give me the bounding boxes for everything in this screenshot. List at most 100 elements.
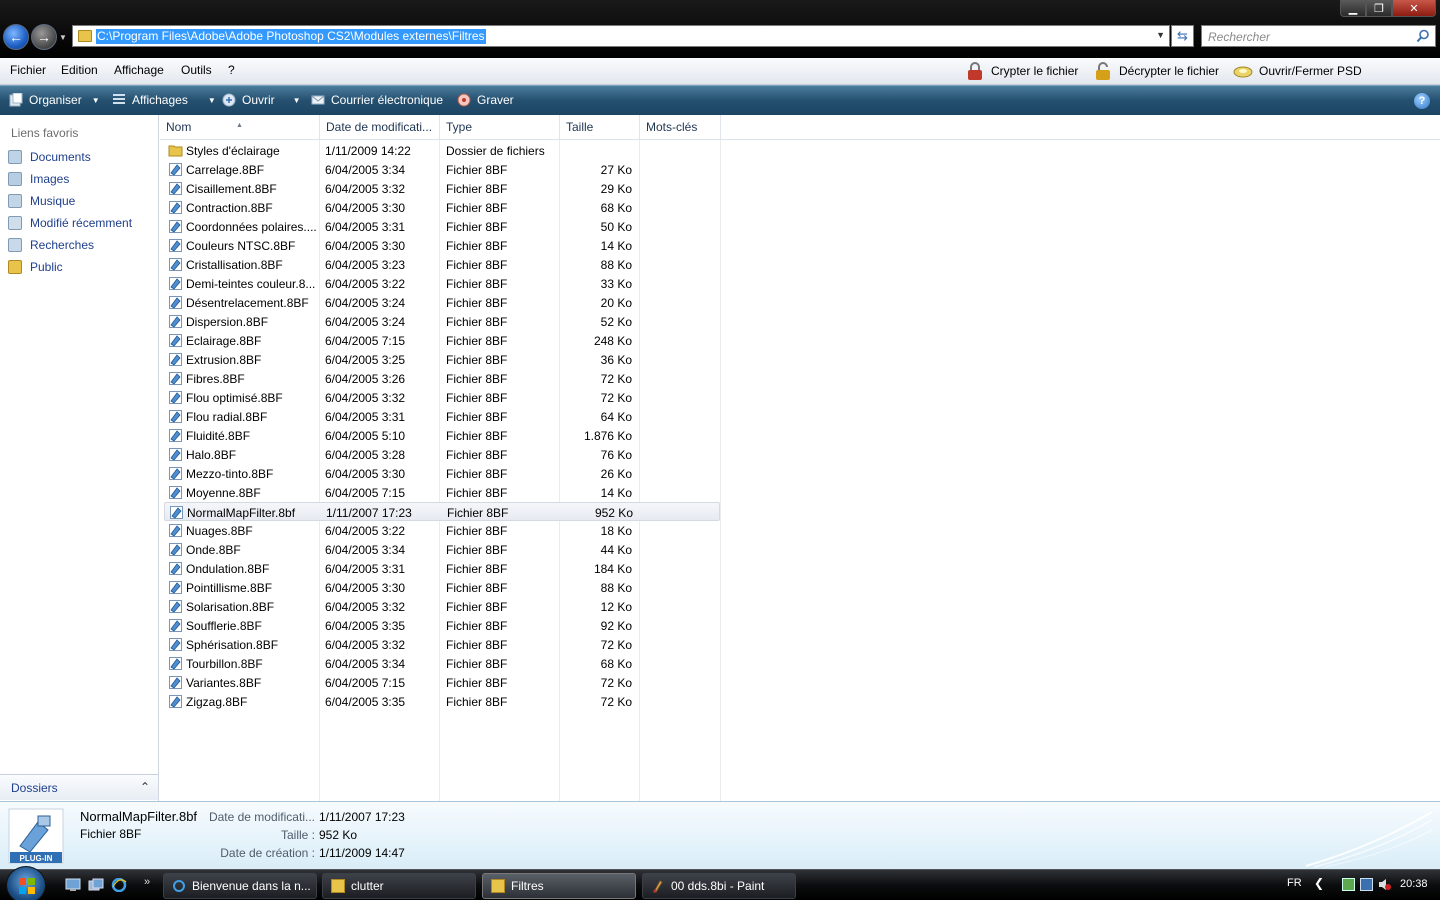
file-row[interactable]: Contraction.8BF 6/04/2005 3:30 Fichier 8BF… bbox=[164, 198, 720, 217]
file-row[interactable]: Pointillisme.8BF 6/04/2005 3:30 Fichier 8B… bbox=[164, 578, 720, 597]
file-name: Zigzag.8BF bbox=[186, 695, 248, 709]
file-row[interactable]: Zigzag.8BF 6/04/2005 3:35 Fichier 8BF 72 Ko bbox=[164, 692, 720, 711]
file-row[interactable]: Extrusion.8BF 6/04/2005 3:25 Fichier 8BF 36… bbox=[164, 350, 720, 369]
file-row[interactable]: Styles d'éclairage 1/11/2009 14:22 Dossier… bbox=[164, 141, 720, 160]
column-header-keywords[interactable]: Mots-clés bbox=[640, 115, 721, 140]
email-icon bbox=[311, 95, 325, 105]
tray-expand-icon[interactable]: ❮ bbox=[1314, 876, 1324, 890]
file-name: Nuages.8BF bbox=[186, 524, 253, 538]
fav-searches[interactable]: Recherches bbox=[8, 238, 94, 252]
search-input[interactable]: Rechercher bbox=[1208, 30, 1270, 44]
folder-icon bbox=[78, 30, 92, 42]
email-button[interactable]: Courrier électronique bbox=[311, 93, 443, 107]
address-path[interactable]: C:\Program Files\Adobe\Adobe Photoshop C… bbox=[96, 29, 486, 44]
search-box[interactable]: Rechercher bbox=[1201, 25, 1436, 47]
file-row[interactable]: Mezzo-tinto.8BF 6/04/2005 3:30 Fichier 8BF… bbox=[164, 464, 720, 483]
quicklaunch-more-icon[interactable]: » bbox=[144, 876, 150, 888]
file-type: Fichier 8BF bbox=[446, 619, 508, 633]
file-row[interactable]: Variantes.8BF 6/04/2005 7:15 Fichier 8BF 72… bbox=[164, 673, 720, 692]
file-row[interactable]: NormalMapFilter.8bf 1/11/2007 17:23 Fichie… bbox=[164, 502, 720, 521]
task-internet-explorer[interactable]: Bienvenue dans la n... bbox=[163, 873, 317, 899]
file-row[interactable]: Ondulation.8BF 6/04/2005 3:31 Fichier 8BF 1… bbox=[164, 559, 720, 578]
file-row[interactable]: Dispersion.8BF 6/04/2005 3:24 Fichier 8BF 5… bbox=[164, 312, 720, 331]
menu-help[interactable]: ? bbox=[228, 63, 235, 77]
file-row[interactable]: Tourbillon.8BF 6/04/2005 3:34 Fichier 8BF 6… bbox=[164, 654, 720, 673]
minimize-button[interactable]: ▁ bbox=[1340, 0, 1366, 17]
fav-recent-label: Modifié récemment bbox=[30, 216, 133, 230]
network-icon[interactable] bbox=[1360, 878, 1373, 891]
battery-icon[interactable] bbox=[1342, 878, 1355, 891]
show-desktop-icon[interactable] bbox=[65, 878, 81, 892]
column-header-size[interactable]: Taille bbox=[560, 115, 640, 140]
file-row[interactable]: Carrelage.8BF 6/04/2005 3:34 Fichier 8BF 27… bbox=[164, 160, 720, 179]
file-row[interactable]: Eclairage.8BF 6/04/2005 7:15 Fichier 8BF 24… bbox=[164, 331, 720, 350]
column-header-name[interactable]: Nom ▲ bbox=[160, 115, 320, 140]
fav-music[interactable]: Musique bbox=[8, 194, 75, 208]
file-row[interactable]: Couleurs NTSC.8BF 6/04/2005 3:30 Fichier 8… bbox=[164, 236, 720, 255]
fav-documents[interactable]: Documents bbox=[8, 150, 91, 164]
fav-public[interactable]: Public bbox=[8, 260, 63, 274]
open-close-psd-item[interactable]: Ouvrir/Fermer PSD bbox=[1233, 61, 1362, 81]
file-row[interactable]: Soufflerie.8BF 6/04/2005 3:35 Fichier 8BF 9… bbox=[164, 616, 720, 635]
file-type: Fichier 8BF bbox=[446, 182, 508, 196]
affichages-label: Affichages bbox=[132, 93, 188, 107]
file-name: Tourbillon.8BF bbox=[186, 657, 263, 671]
file-date: 6/04/2005 3:34 bbox=[325, 657, 406, 671]
column-header-type[interactable]: Type bbox=[440, 115, 560, 140]
address-bar[interactable]: C:\Program Files\Adobe\Adobe Photoshop C… bbox=[72, 25, 1170, 47]
start-button[interactable] bbox=[6, 866, 46, 900]
task-filtres[interactable]: Filtres bbox=[482, 873, 636, 899]
file-row[interactable]: Solarisation.8BF 6/04/2005 3:32 Fichier 8B… bbox=[164, 597, 720, 616]
forward-button[interactable]: → bbox=[31, 24, 57, 50]
task-clutter[interactable]: clutter bbox=[322, 873, 476, 899]
organiser-button[interactable]: Organiser ▼ bbox=[9, 93, 100, 107]
menu-fichier[interactable]: Fichier bbox=[10, 63, 46, 77]
column-header-date[interactable]: Date de modificati... bbox=[320, 115, 440, 140]
file-row[interactable]: Sphérisation.8BF 6/04/2005 3:32 Fichier 8B… bbox=[164, 635, 720, 654]
back-button[interactable]: ← bbox=[3, 24, 29, 50]
affichages-button[interactable]: Affichages ▼ bbox=[112, 93, 216, 107]
fav-images[interactable]: Images bbox=[8, 172, 69, 186]
file-row[interactable]: Cristallisation.8BF 6/04/2005 3:23 Fichier… bbox=[164, 255, 720, 274]
file-row[interactable]: Fluidité.8BF 6/04/2005 5:10 Fichier 8BF 1.8… bbox=[164, 426, 720, 445]
fav-recent[interactable]: Modifié récemment bbox=[8, 216, 132, 230]
volume-muted-icon[interactable] bbox=[1378, 878, 1391, 891]
file-row[interactable]: Onde.8BF 6/04/2005 3:34 Fichier 8BF 44 Ko bbox=[164, 540, 720, 559]
menu-outils[interactable]: Outils bbox=[181, 63, 212, 77]
file-row[interactable]: Flou optimisé.8BF 6/04/2005 3:32 Fichier 8… bbox=[164, 388, 720, 407]
task-paint[interactable]: 00 dds.8bi - Paint bbox=[642, 873, 796, 899]
file-row[interactable]: Nuages.8BF 6/04/2005 3:22 Fichier 8BF 18 Ko bbox=[164, 521, 720, 540]
maximize-button[interactable]: ❐ bbox=[1366, 0, 1392, 17]
ouvrir-button[interactable]: Ouvrir ▼ bbox=[222, 93, 301, 107]
search-icon[interactable] bbox=[1416, 29, 1430, 43]
file-row[interactable]: Fibres.8BF 6/04/2005 3:26 Fichier 8BF 72 Ko bbox=[164, 369, 720, 388]
file-row[interactable]: Moyenne.8BF 6/04/2005 7:15 Fichier 8BF 14 K… bbox=[164, 483, 720, 502]
file-row[interactable]: Cisaillement.8BF 6/04/2005 3:32 Fichier 8B… bbox=[164, 179, 720, 198]
file-row[interactable]: Coordonnées polaires.... 6/04/2005 3:31 Fi… bbox=[164, 217, 720, 236]
address-dropdown-icon[interactable]: ▼ bbox=[1156, 30, 1165, 40]
switch-windows-icon[interactable] bbox=[88, 878, 104, 892]
file-size: 18 Ko bbox=[600, 524, 632, 538]
chevron-up-icon[interactable]: ⌃ bbox=[140, 780, 150, 794]
menu-affichage[interactable]: Affichage bbox=[114, 63, 164, 77]
file-row[interactable]: Flou radial.8BF 6/04/2005 3:31 Fichier 8BF… bbox=[164, 407, 720, 426]
menu-edition[interactable]: Edition bbox=[61, 63, 98, 77]
plugin-file-icon bbox=[169, 334, 182, 347]
language-indicator[interactable]: FR bbox=[1287, 877, 1302, 889]
clock[interactable]: 20:38 bbox=[1400, 878, 1428, 890]
encrypt-file-item[interactable]: Crypter le fichier bbox=[965, 61, 1078, 81]
burn-button[interactable]: Graver bbox=[457, 93, 514, 107]
decrypt-file-item[interactable]: Décrypter le fichier bbox=[1093, 61, 1219, 81]
file-row[interactable]: Halo.8BF 6/04/2005 3:28 Fichier 8BF 76 Ko bbox=[164, 445, 720, 464]
close-button[interactable]: ✕ bbox=[1392, 0, 1436, 17]
plugin-file-icon bbox=[169, 581, 182, 594]
file-row[interactable]: Désentrelacement.8BF 6/04/2005 3:24 Fichie… bbox=[164, 293, 720, 312]
file-date: 6/04/2005 3:26 bbox=[325, 372, 406, 386]
ie-icon[interactable] bbox=[111, 878, 127, 892]
folders-toggle[interactable]: Dossiers ⌃ bbox=[0, 774, 159, 800]
refresh-button[interactable]: ⇆ bbox=[1171, 25, 1194, 47]
help-button[interactable]: ? bbox=[1414, 93, 1430, 109]
file-row[interactable]: Demi-teintes couleur.8... 6/04/2005 3:22 F… bbox=[164, 274, 720, 293]
chevron-down-icon: ▼ bbox=[91, 95, 100, 105]
recent-pages-dropdown-icon[interactable]: ▼ bbox=[59, 33, 67, 42]
